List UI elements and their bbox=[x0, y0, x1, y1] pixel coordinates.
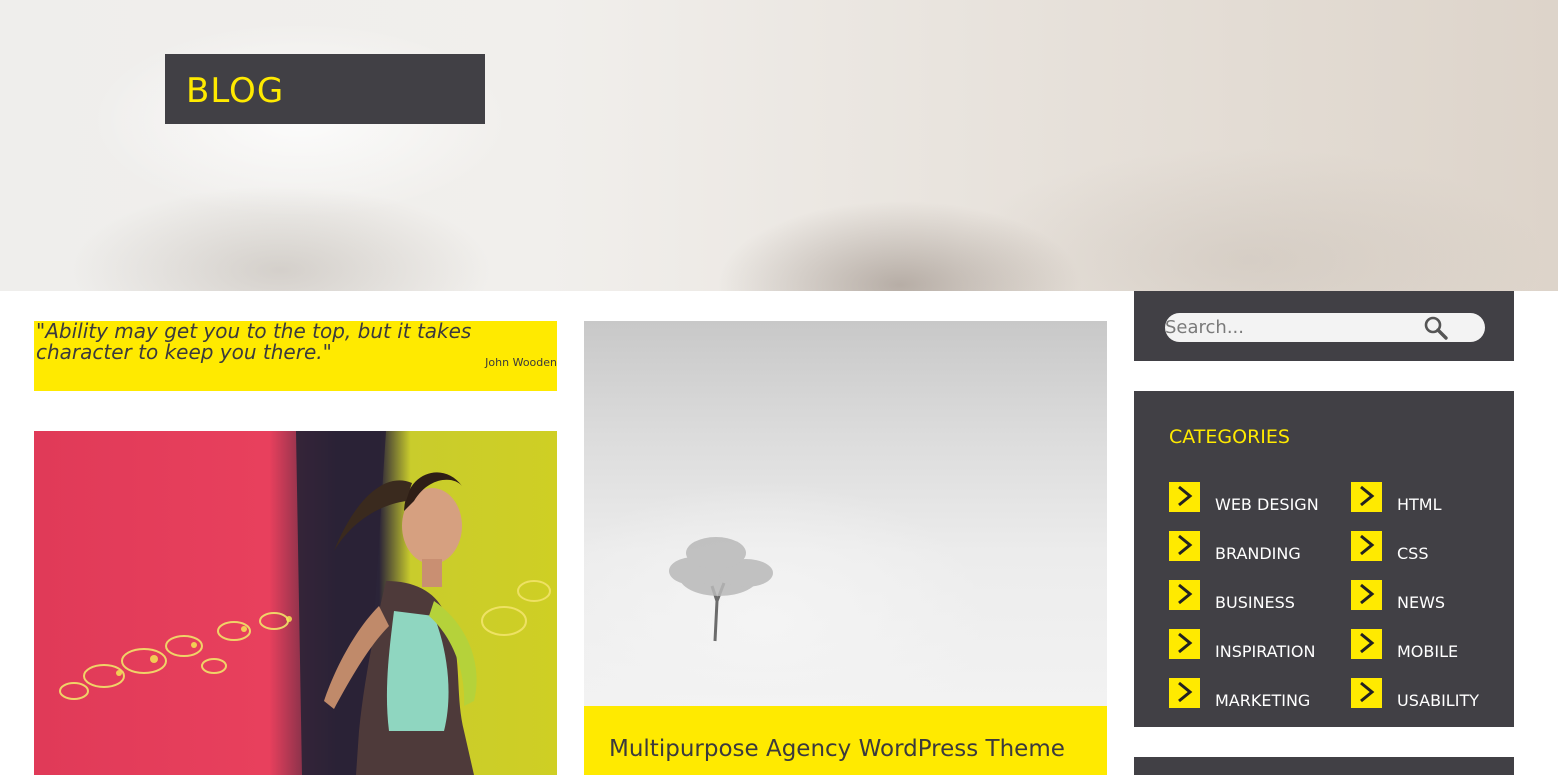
chevron-right-icon bbox=[1169, 531, 1200, 561]
chevron-right-icon bbox=[1169, 580, 1200, 610]
category-label: NEWS bbox=[1397, 593, 1446, 612]
post-caption: Multipurpose Agency WordPress Theme bbox=[584, 706, 1107, 775]
fashion-photo bbox=[59, 431, 551, 775]
chevron-right-icon bbox=[1351, 580, 1382, 610]
category-label: CSS bbox=[1397, 544, 1429, 563]
categories-widget: CATEGORIES WEB DESIGN HTML BRANDING CSS … bbox=[1134, 391, 1514, 727]
category-label: WEB DESIGN bbox=[1215, 495, 1319, 514]
chevron-right-icon bbox=[1169, 678, 1200, 708]
category-label: BUSINESS bbox=[1215, 593, 1295, 612]
page-title-box: BLOG bbox=[165, 54, 485, 124]
quote-text: "Ability may get you to the top, but it … bbox=[36, 319, 472, 364]
chevron-right-icon bbox=[1169, 482, 1200, 512]
post-card[interactable]: Multipurpose Agency WordPress Theme bbox=[584, 321, 1107, 775]
chevron-right-icon bbox=[1351, 531, 1382, 561]
post-image-fashion[interactable] bbox=[34, 431, 557, 775]
hero-banner: BLOG bbox=[0, 0, 1558, 291]
page-title: BLOG bbox=[186, 71, 285, 111]
category-label: USABILITY bbox=[1397, 691, 1479, 710]
sidebar-widget bbox=[1134, 757, 1514, 775]
chevron-right-icon bbox=[1351, 629, 1382, 659]
post-image-tree bbox=[584, 321, 1107, 706]
chevron-right-icon bbox=[1351, 678, 1382, 708]
chevron-right-icon bbox=[1351, 482, 1382, 512]
category-label: MARKETING bbox=[1215, 691, 1311, 710]
quote-block: "Ability may get you to the top, but it … bbox=[34, 321, 557, 391]
chevron-right-icon bbox=[1169, 629, 1200, 659]
categories-heading: CATEGORIES bbox=[1169, 426, 1290, 448]
search-widget bbox=[1134, 291, 1514, 361]
category-label: INSPIRATION bbox=[1215, 642, 1316, 661]
search-box bbox=[1165, 313, 1485, 342]
post-title-link[interactable]: Multipurpose Agency WordPress Theme bbox=[609, 736, 1065, 762]
category-label: MOBILE bbox=[1397, 642, 1459, 661]
search-input[interactable] bbox=[1165, 313, 1415, 342]
category-label: HTML bbox=[1397, 495, 1442, 514]
search-icon[interactable] bbox=[1423, 315, 1449, 341]
category-label: BRANDING bbox=[1215, 544, 1301, 563]
quote-author: John Wooden bbox=[485, 356, 557, 369]
tree-photo bbox=[669, 537, 773, 642]
